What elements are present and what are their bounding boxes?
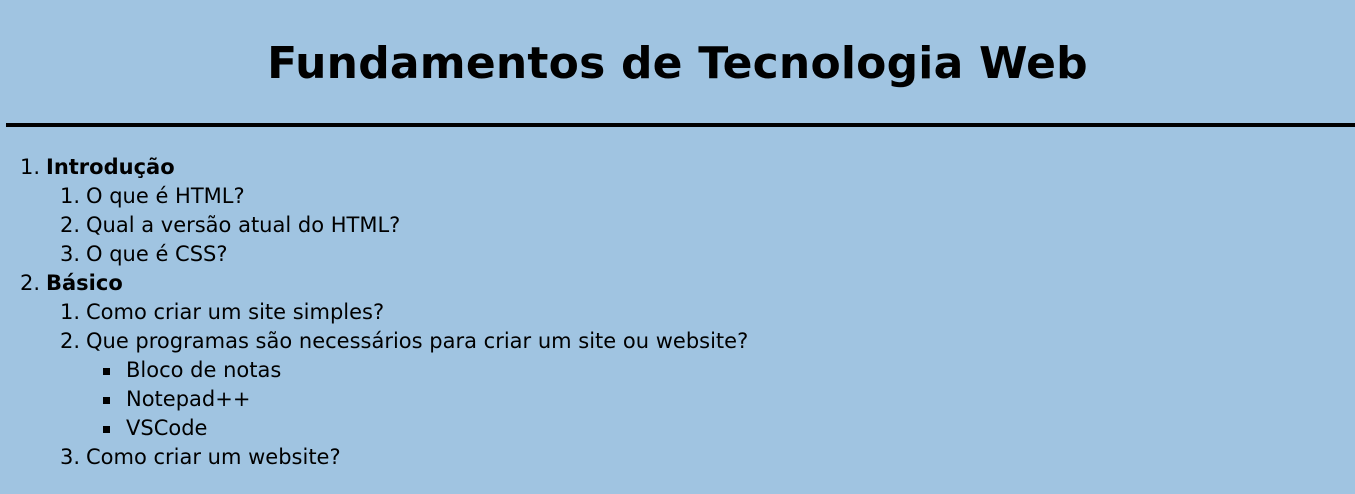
subtopic-number: 3. xyxy=(59,242,80,266)
program-label: VSCode xyxy=(126,416,208,440)
subtopic-item: 1. Como criar um site simples? xyxy=(0,298,748,327)
program-label: Bloco de notas xyxy=(126,358,282,382)
subtopic-label: Que programas são necessários para criar… xyxy=(86,329,749,353)
topic-item: 2. Básico 1. Como criar um site simples? 2… xyxy=(0,269,748,472)
topic-number: 1. xyxy=(19,155,40,179)
program-item: VSCode xyxy=(0,414,748,443)
subtopic-number: 3. xyxy=(59,445,80,469)
topic-item: 1. Introdução 1. O que é HTML? 2. Qual a ve… xyxy=(0,153,748,269)
square-bullet-icon xyxy=(0,414,126,443)
program-label: Notepad++ xyxy=(126,387,251,411)
square-bullet-icon xyxy=(0,385,126,414)
topics-list: 1. Introdução 1. O que é HTML? 2. Qual a ve… xyxy=(0,153,748,472)
subtopic-item: 3. O que é CSS? xyxy=(0,240,748,269)
subtopic-label: Qual a versão atual do HTML? xyxy=(86,213,401,237)
topic-row: 1. Introdução xyxy=(0,153,748,182)
topic-heading: Básico xyxy=(46,271,123,295)
subtopic-label: Como criar um website? xyxy=(86,445,341,469)
subtopic-label: O que é CSS? xyxy=(86,242,228,266)
subtopic-item: 3. Como criar um website? xyxy=(0,443,748,472)
subtopic-list: 1. Como criar um site simples? 2. Que prog… xyxy=(0,298,748,472)
subtopic-number: 1. xyxy=(59,184,80,208)
programs-list: Bloco de notas Notepad++ VSCode xyxy=(0,356,748,443)
square-bullet-icon xyxy=(0,356,126,385)
program-item: Notepad++ xyxy=(0,385,748,414)
topic-heading: Introdução xyxy=(46,155,175,179)
subtopic-list: 1. O que é HTML? 2. Qual a versão atual do… xyxy=(0,182,748,269)
topic-row: 2. Básico xyxy=(0,269,748,298)
subtopic-label: Como criar um site simples? xyxy=(86,300,385,324)
horizontal-rule xyxy=(6,123,1355,127)
topic-number: 2. xyxy=(19,271,40,295)
subtopic-label: O que é HTML? xyxy=(86,184,245,208)
subtopic-item: 1. O que é HTML? xyxy=(0,182,748,211)
subtopic-number: 1. xyxy=(59,300,80,324)
subtopic-item: 2. Que programas são necessários para cri… xyxy=(0,327,748,443)
subtopic-item: 2. Qual a versão atual do HTML? xyxy=(0,211,748,240)
subtopic-row: 2. Que programas são necessários para cri… xyxy=(0,327,748,356)
subtopic-number: 2. xyxy=(59,213,80,237)
page-title: Fundamentos de Tecnologia Web xyxy=(267,38,1088,89)
subtopic-number: 2. xyxy=(59,329,80,353)
program-item: Bloco de notas xyxy=(0,356,748,385)
